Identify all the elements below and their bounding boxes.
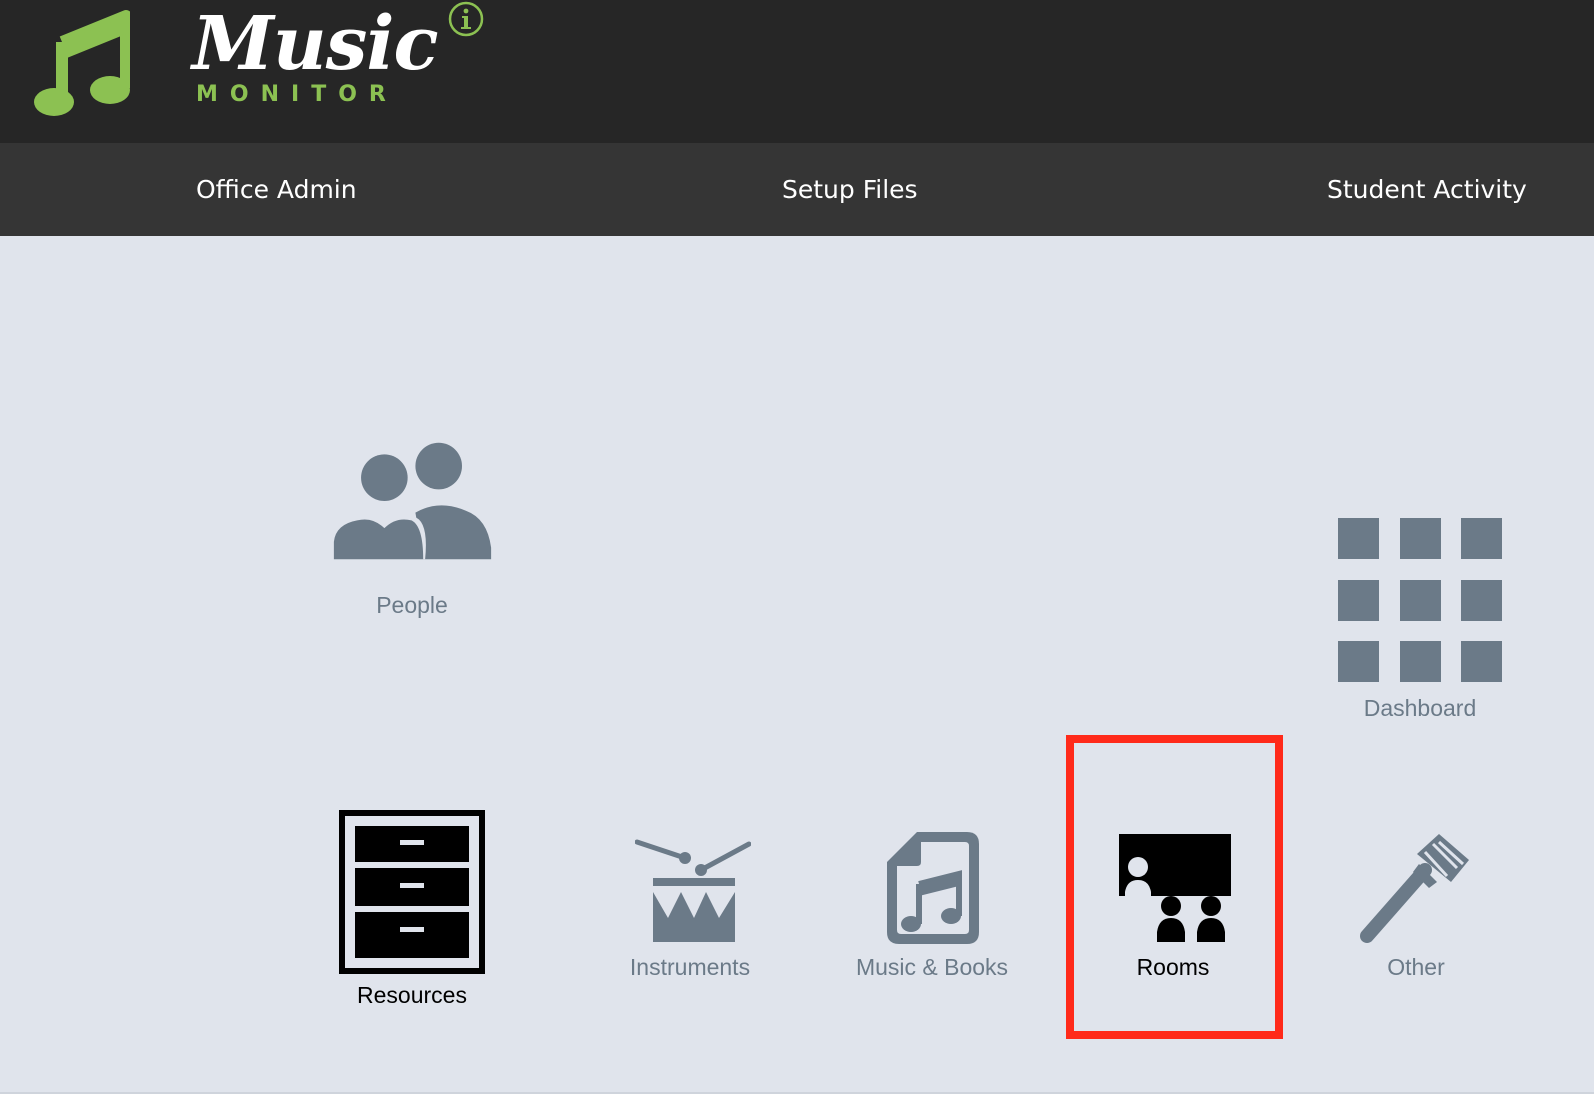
tile-rooms-label: Rooms [1136,954,1210,980]
main-nav: Office Admin Setup Files Student Activit… [0,143,1594,236]
people-icon [330,442,492,560]
music-note-logo-icon [34,10,130,116]
tile-rooms[interactable]: Rooms [1083,830,1263,990]
tile-dashboard-label: Dashboard [1363,695,1477,721]
tile-music-books-label: Music & Books [855,954,1009,980]
drum-icon [635,839,751,942]
tile-people-label: People [376,592,448,618]
tile-instruments[interactable]: Instruments [600,830,780,990]
tile-people[interactable]: People [322,440,502,630]
info-icon[interactable] [448,1,484,37]
nav-setup-files[interactable]: Setup Files [782,143,918,236]
tile-other[interactable]: Other [1326,830,1506,990]
tile-music-books[interactable]: Music & Books [842,830,1022,990]
tile-resources[interactable]: Resources [322,810,502,1015]
grid-icon [1338,518,1502,682]
classroom-icon [1119,834,1231,942]
music-file-icon [887,832,979,944]
app-header: Music MONITOR [0,0,1594,143]
nav-office-admin[interactable]: Office Admin [196,143,357,236]
tile-resources-label: Resources [357,982,467,1008]
logo-subtitle: MONITOR [196,82,398,107]
tile-instruments-label: Instruments [629,954,751,980]
tile-other-label: Other [1387,954,1445,980]
microphone-icon [1360,834,1469,943]
tile-dashboard[interactable]: Dashboard [1330,518,1510,728]
logo-wordmark: Music [192,1,439,87]
filing-cabinet-icon [339,810,485,974]
nav-student-activity[interactable]: Student Activity [1327,143,1527,236]
